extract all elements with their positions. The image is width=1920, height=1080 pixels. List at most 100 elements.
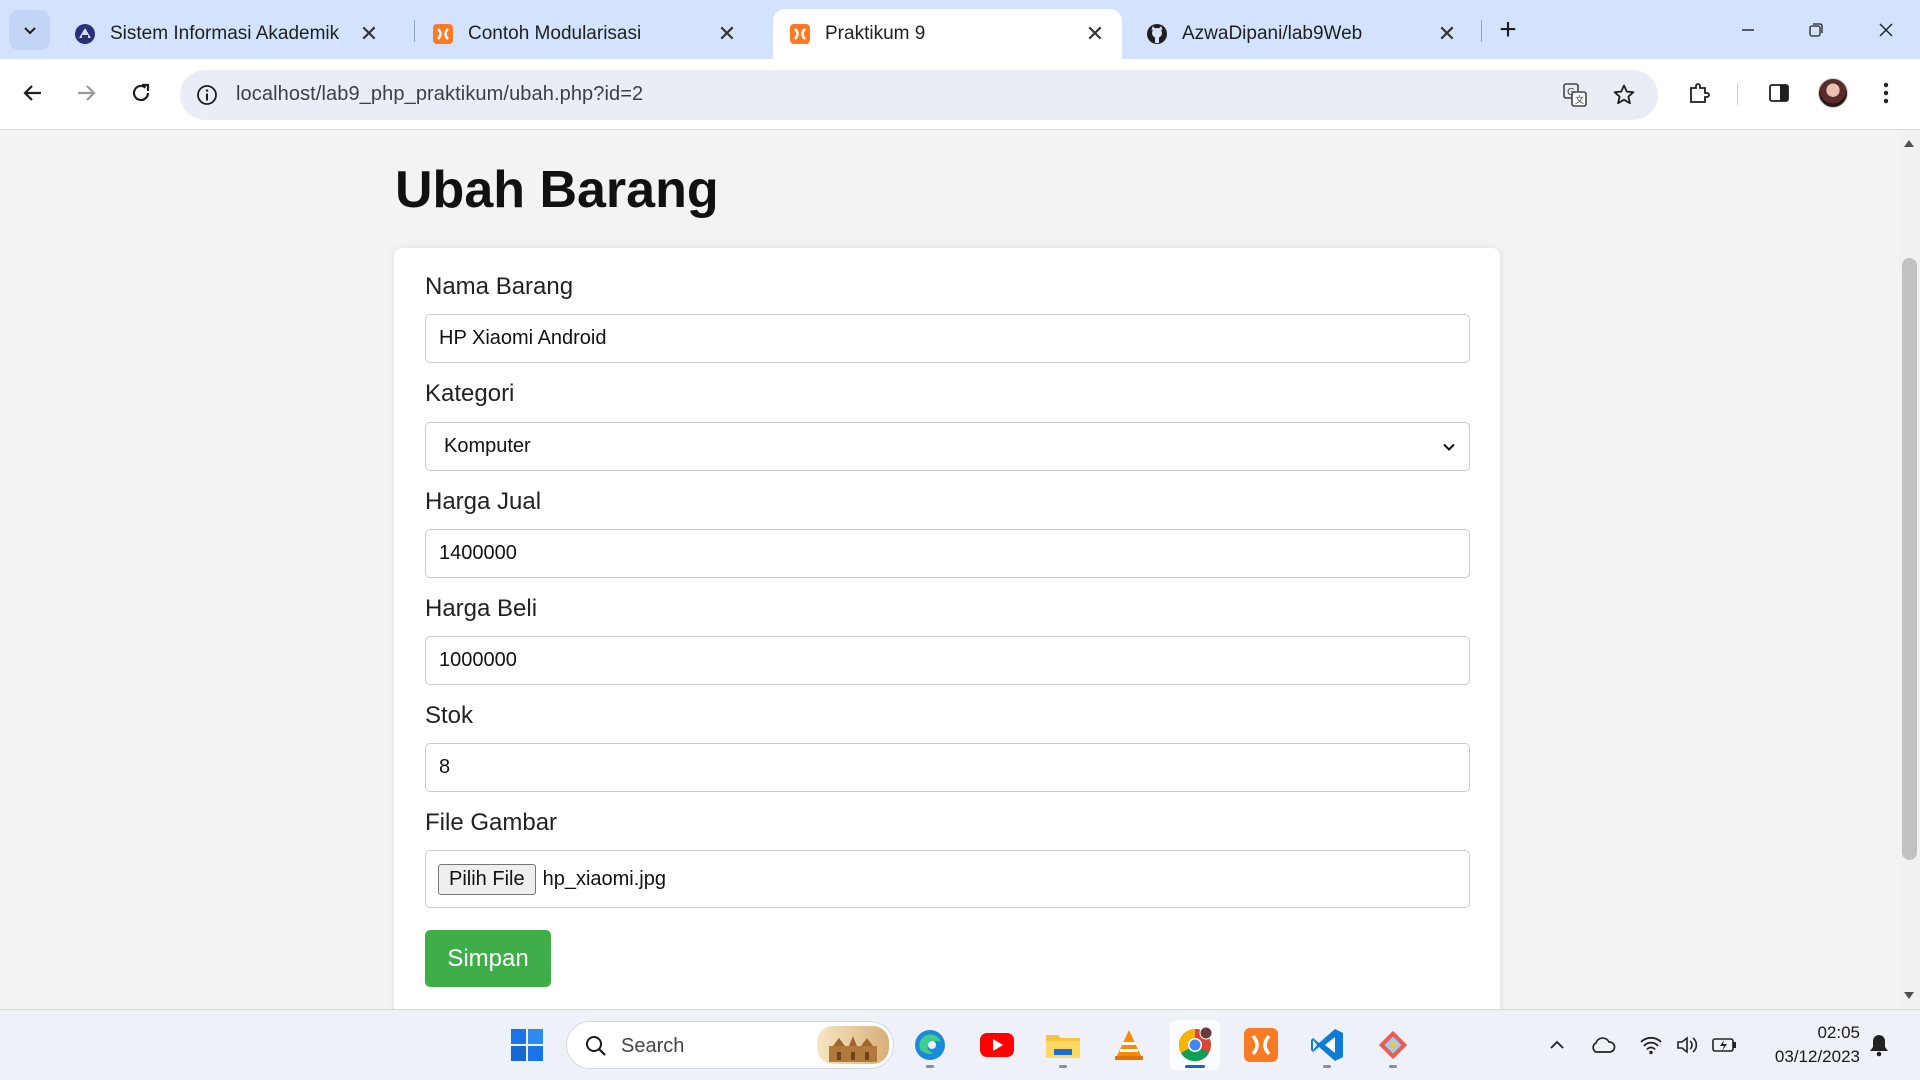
harga-beli-value: 1000000	[439, 649, 517, 671]
taskbar-vlc[interactable]	[1104, 1020, 1154, 1070]
running-indicator	[1185, 1065, 1205, 1068]
new-tab-button[interactable]: +	[1489, 11, 1527, 49]
arrow-left-icon	[23, 85, 41, 101]
tab-contoh-modularisasi[interactable]: Contoh Modularisasi ✕	[416, 9, 754, 59]
page-viewport: Ubah Barang Nama Barang HP Xiaomi Androi…	[0, 130, 1899, 1009]
xampp-icon	[1244, 1028, 1278, 1062]
bookmark-star-icon[interactable]	[1609, 80, 1639, 110]
close-icon[interactable]: ✕	[1084, 21, 1106, 46]
scroll-up-arrow[interactable]	[1904, 140, 1914, 147]
edge-icon	[915, 1030, 945, 1060]
git-icon	[1378, 1030, 1408, 1060]
restore-icon	[1809, 23, 1823, 37]
tab-sistem-informasi[interactable]: Sistem Informasi Akademik ✕	[58, 9, 396, 59]
stok-label: Stok	[425, 702, 474, 729]
volume-icon	[1677, 1036, 1698, 1054]
restore-button[interactable]	[1786, 6, 1846, 54]
notification-button[interactable]	[1866, 1032, 1892, 1058]
tab-strip: Sistem Informasi Akademik ✕ Contoh Modul…	[0, 0, 1920, 59]
edit-form: Nama Barang HP Xiaomi Android Kategori K…	[394, 248, 1500, 1009]
scrollbar-thumb[interactable]	[1902, 258, 1917, 860]
tab-title: Sistem Informasi Akademik	[110, 23, 340, 44]
kategori-label: Kategori	[425, 380, 515, 407]
clock-date: 03/12/2023	[1774, 1047, 1860, 1066]
profile-button[interactable]	[1813, 73, 1853, 113]
choose-file-button[interactable]: Pilih File	[438, 863, 536, 895]
stok-value: 8	[439, 756, 451, 778]
vlc-icon	[1115, 1030, 1143, 1060]
side-panel-icon	[1769, 84, 1789, 102]
harga-jual-value: 1400000	[439, 542, 517, 564]
back-button[interactable]	[12, 72, 54, 114]
reload-button[interactable]	[120, 72, 162, 114]
taskbar-git[interactable]	[1368, 1020, 1418, 1070]
chevron-down-icon	[1443, 443, 1455, 451]
svg-text:文: 文	[1575, 94, 1584, 106]
onedrive-tray[interactable]	[1590, 1032, 1616, 1058]
taskbar-clock[interactable]: 02:05 03/12/2023	[1756, 1021, 1860, 1069]
arrow-right-icon	[78, 85, 96, 101]
harga-jual-label: Harga Jual	[425, 488, 542, 515]
clock-time: 02:05	[1817, 1023, 1860, 1042]
side-panel-button[interactable]	[1759, 73, 1799, 113]
translate-icon[interactable]: G文	[1560, 80, 1590, 110]
close-window-button[interactable]	[1856, 6, 1916, 54]
volume-tray[interactable]	[1675, 1032, 1701, 1058]
minimize-button[interactable]	[1718, 6, 1778, 54]
kategori-select[interactable]: Komputer	[425, 422, 1470, 471]
puzzle-icon	[1690, 83, 1710, 103]
wifi-icon	[1640, 1036, 1662, 1055]
more-vert-icon	[1883, 82, 1889, 104]
taskbar-edge[interactable]	[905, 1020, 955, 1070]
tab-github-lab9web[interactable]: AzwaDipani/lab9Web ✕	[1130, 9, 1474, 59]
taskbar-chrome[interactable]	[1170, 1020, 1220, 1070]
nama-barang-input[interactable]: HP Xiaomi Android	[425, 314, 1470, 363]
scrollbar[interactable]	[1899, 130, 1920, 1009]
tab-praktikum-9[interactable]: Praktikum 9 ✕	[773, 9, 1122, 59]
harga-beli-input[interactable]: 1000000	[425, 636, 1470, 685]
taskbar-vscode[interactable]	[1302, 1020, 1352, 1070]
address-bar[interactable]: localhost/lab9_php_praktikum/ubah.php?id…	[180, 70, 1658, 120]
start-button[interactable]	[502, 1020, 552, 1070]
cloud-icon	[1592, 1037, 1616, 1053]
site-info-icon[interactable]	[194, 82, 220, 108]
tab-search-button[interactable]	[9, 10, 50, 50]
taskbar: Search 02:05 03/12/2023	[0, 1009, 1920, 1080]
battery-charging-icon	[1712, 1038, 1736, 1052]
forward-button[interactable]	[65, 72, 107, 114]
windows-logo-icon	[511, 1029, 543, 1061]
taskbar-youtube[interactable]	[972, 1020, 1022, 1070]
bell-icon	[1870, 1035, 1888, 1057]
minimize-icon	[1742, 29, 1754, 31]
battery-tray[interactable]	[1712, 1032, 1738, 1058]
simpan-button[interactable]: Simpan	[425, 930, 551, 987]
stok-input[interactable]: 8	[425, 743, 1470, 792]
avatar	[1818, 78, 1848, 108]
show-hidden-icons-button[interactable]	[1544, 1032, 1570, 1058]
taskbar-xampp[interactable]	[1236, 1020, 1286, 1070]
nama-barang-label: Nama Barang	[425, 273, 574, 300]
taskbar-file-explorer[interactable]	[1038, 1020, 1088, 1070]
close-icon[interactable]: ✕	[358, 21, 380, 46]
search-icon	[586, 1036, 606, 1056]
file-explorer-icon	[1046, 1035, 1080, 1058]
tab-title: Praktikum 9	[825, 23, 926, 44]
close-icon[interactable]: ✕	[716, 21, 738, 46]
kategori-value: Komputer	[444, 435, 531, 457]
extensions-button[interactable]	[1679, 73, 1719, 113]
close-icon[interactable]: ✕	[1436, 21, 1458, 46]
taskbar-search[interactable]: Search	[566, 1021, 894, 1069]
harga-jual-input[interactable]: 1400000	[425, 529, 1470, 578]
reload-icon	[132, 83, 150, 102]
tab-divider	[414, 20, 415, 42]
file-gambar-input[interactable]: Pilih File hp_xiaomi.jpg	[425, 850, 1470, 908]
wifi-tray[interactable]	[1638, 1032, 1664, 1058]
tab-divider	[1481, 20, 1482, 42]
scroll-down-arrow[interactable]	[1904, 992, 1914, 999]
url-text: localhost/lab9_php_praktikum/ubah.php?id…	[236, 83, 644, 105]
search-placeholder: Search	[621, 1035, 685, 1057]
menu-button[interactable]	[1866, 73, 1906, 113]
chrome-icon	[1178, 1026, 1213, 1062]
tab-title: Contoh Modularisasi	[468, 23, 642, 44]
chevron-down-icon	[23, 27, 36, 35]
